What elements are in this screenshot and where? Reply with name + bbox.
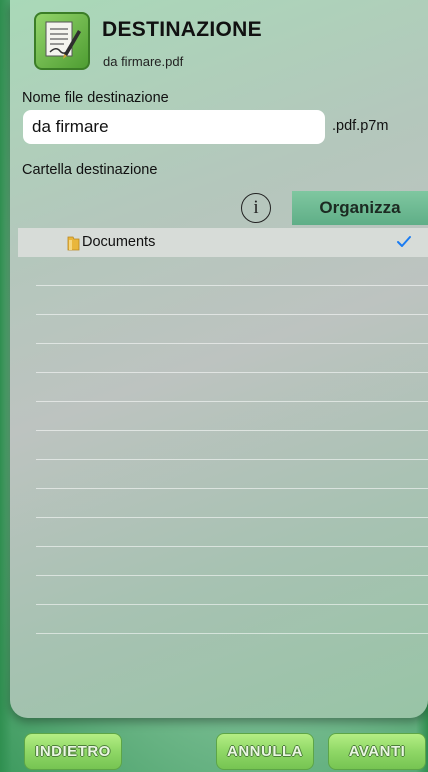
filename-label: Nome file destinazione [22,90,169,106]
cancel-button[interactable]: ANNULLA [216,733,314,770]
info-button[interactable]: i [241,193,271,223]
row-divider [36,285,428,286]
row-divider [36,401,428,402]
list-item[interactable]: Documents [18,228,428,257]
row-divider [36,633,428,634]
folder-name: Documents [82,234,156,250]
folder-label: Cartella destinazione [22,162,158,178]
row-divider [36,372,428,373]
row-divider [36,546,428,547]
row-divider [36,459,428,460]
organize-button[interactable]: Organizza [292,191,428,225]
file-extension: .pdf.p7m [332,118,389,134]
row-divider [36,343,428,344]
row-divider [36,517,428,518]
next-button[interactable]: AVANTI [328,733,426,770]
filename-input[interactable] [23,110,325,144]
checkmark-icon [397,236,411,247]
page-title: DESTINAZIONE [102,18,262,41]
row-divider [36,488,428,489]
back-button[interactable]: INDIETRO [24,733,122,770]
row-divider [36,604,428,605]
info-icon: i [253,197,259,218]
row-divider [36,314,428,315]
source-file-name: da firmare.pdf [103,54,184,69]
row-divider [36,430,428,431]
folder-list: Documents [18,228,428,634]
row-divider [36,575,428,576]
document-sign-icon [34,12,90,70]
folder-icon [67,236,80,251]
